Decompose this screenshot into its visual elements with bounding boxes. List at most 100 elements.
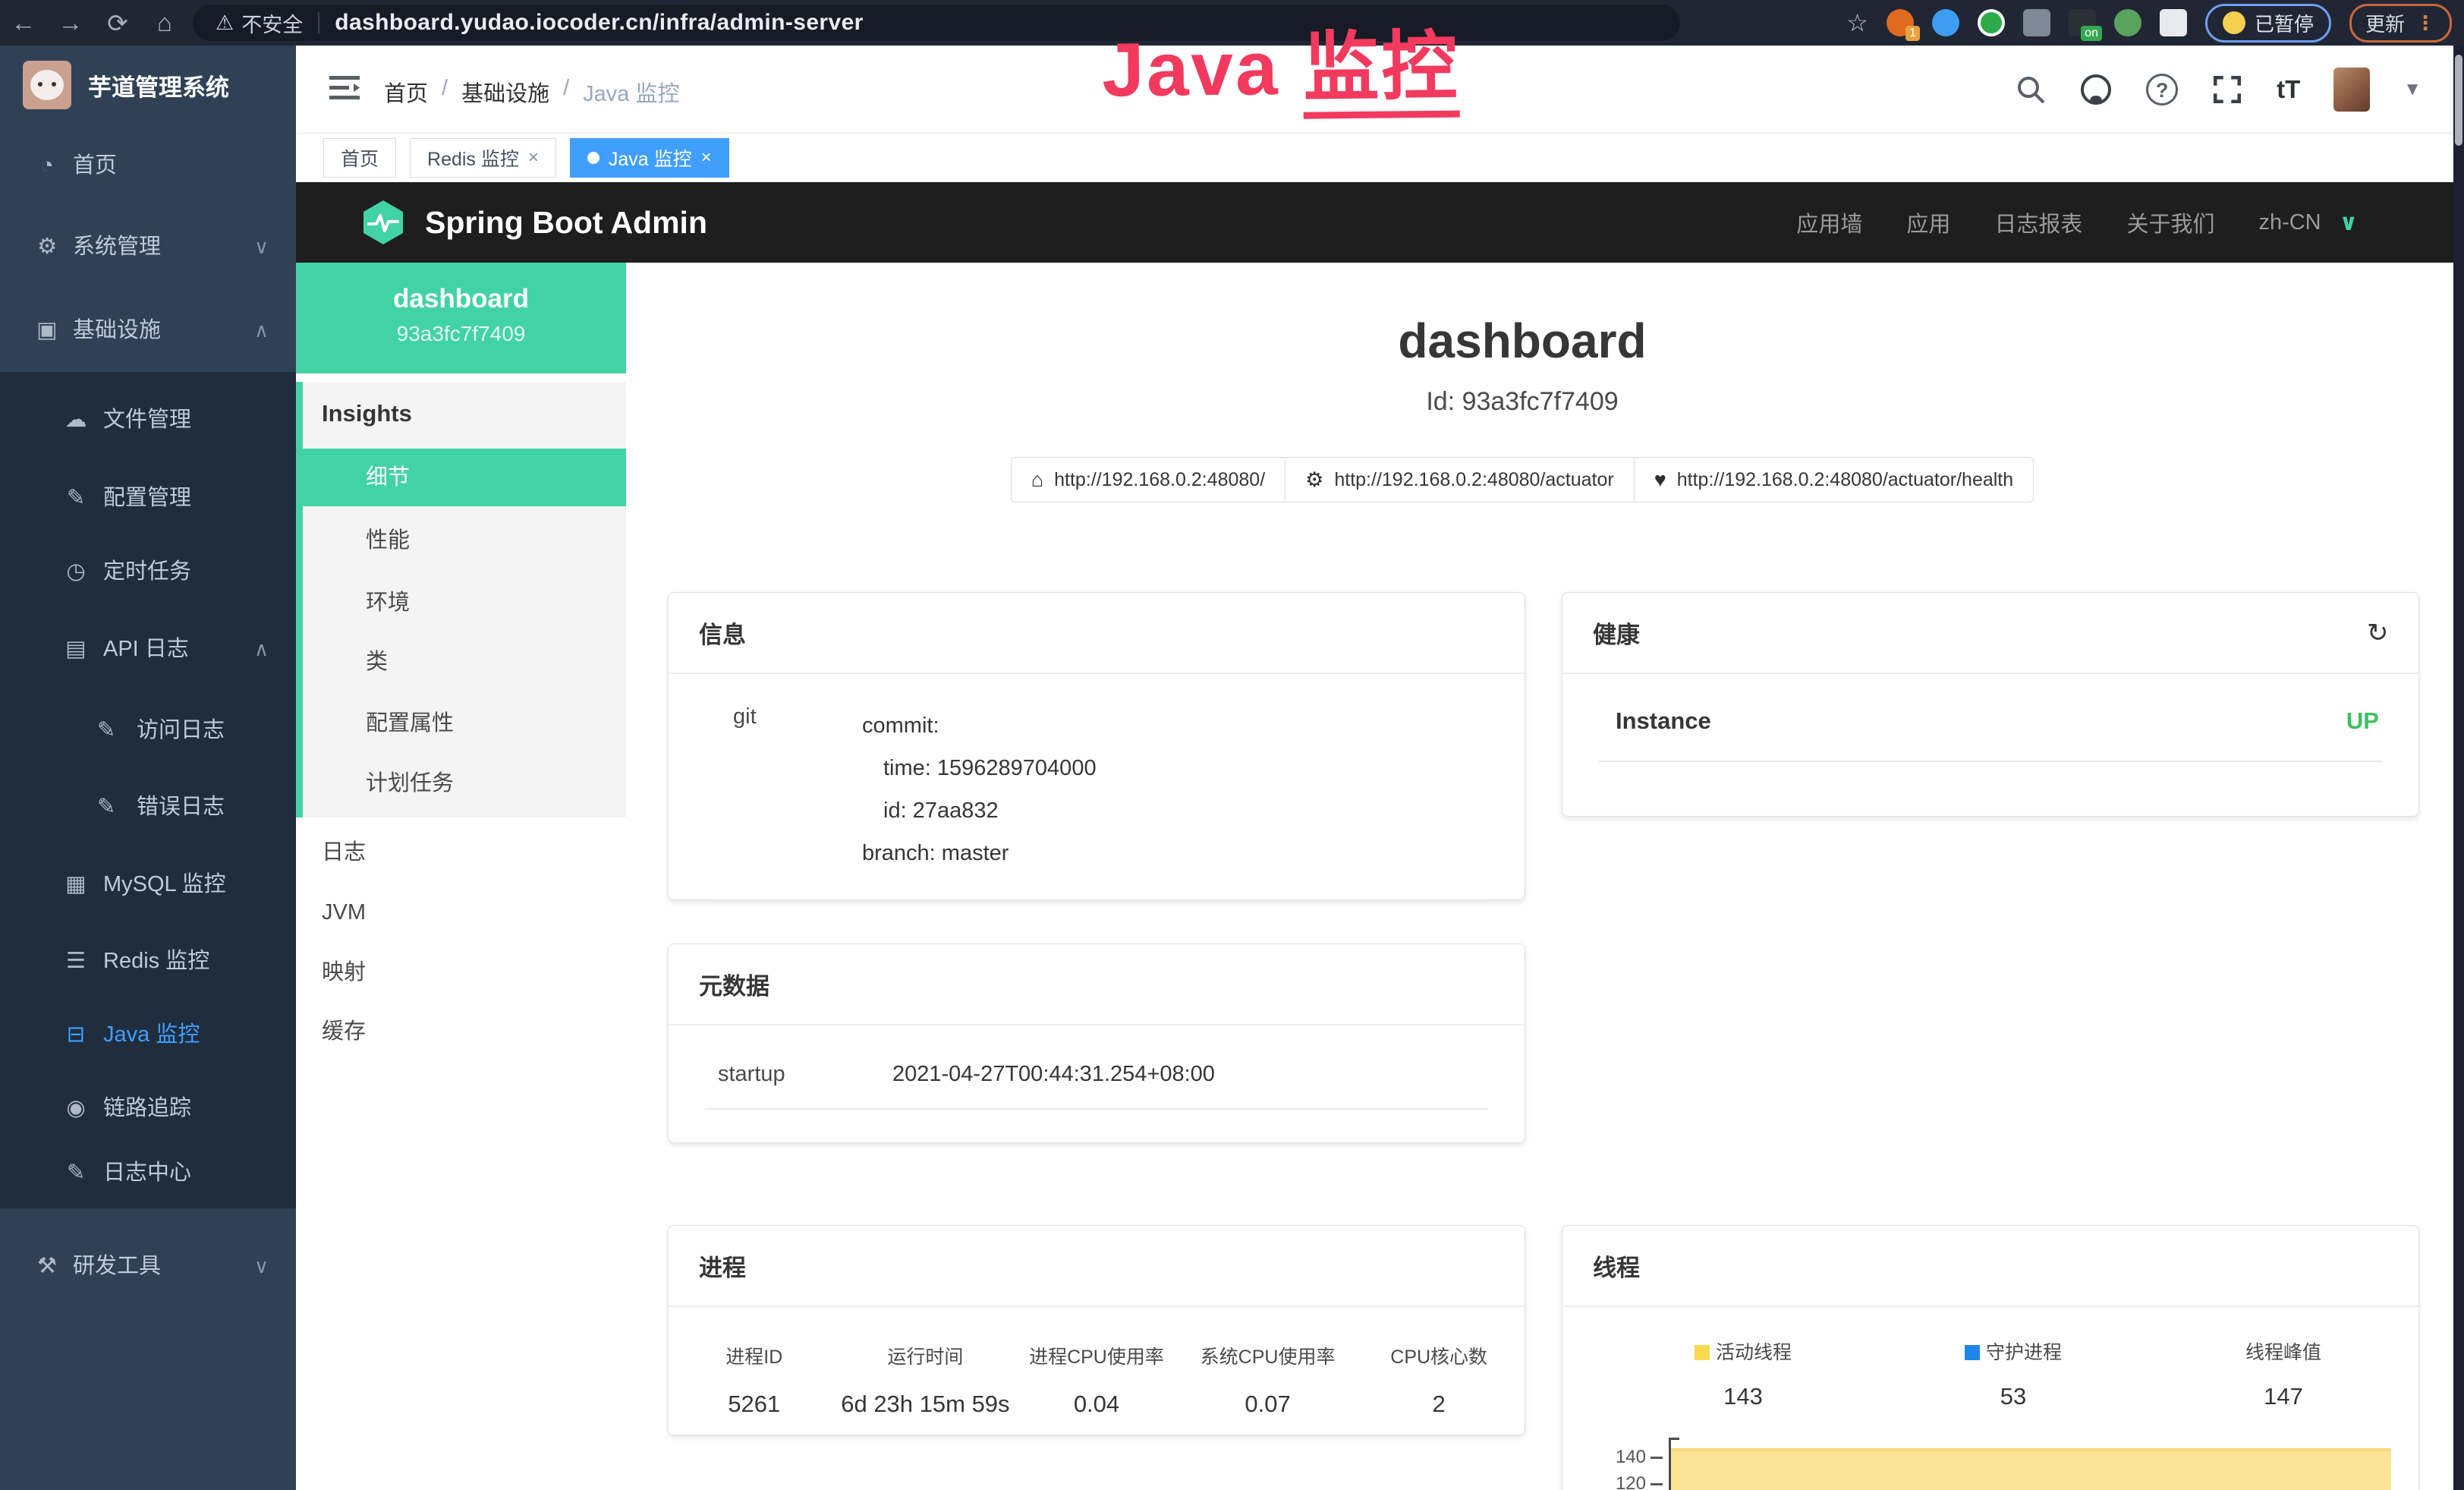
profile-emoji-icon [2223,11,2245,34]
health-card-title: 健康 [1593,616,1640,650]
edit-icon: ✎ [90,706,123,754]
not-secure-label[interactable]: 不安全 [241,8,303,38]
main-sidebar: 芋道管理系统 ◔ 首页 ⚙ 系统管理 ∨ ▣ 基础设施 ∧ ☁ 文件管理 ✎ 配… [0,46,296,1490]
extension-icon[interactable] [1978,9,2005,36]
app-logo-row[interactable]: 芋道管理系统 [23,61,229,109]
home-icon: ⌂ [1031,468,1043,492]
info-key: git [733,704,862,874]
sba-brand-title[interactable]: Spring Boot Admin [425,205,707,241]
extension-icon[interactable]: 1 [1887,9,1914,36]
update-button[interactable]: 更新 ⋮ [2349,4,2452,43]
subnav-item-jvm[interactable]: JVM [296,888,626,937]
extension-icon[interactable] [2114,9,2141,36]
subnav-item-mappings[interactable]: 映射 [296,948,626,997]
scrollbar-thumb[interactable] [2455,55,2462,146]
address-divider [318,12,319,33]
sidebar-item-home[interactable]: ◔ 首页 [0,141,296,190]
fullscreen-icon[interactable] [2211,74,2243,106]
user-avatar[interactable] [2333,68,2370,112]
extension-icon[interactable]: on [2069,9,2096,36]
paused-profile-chip[interactable]: 已暂停 [2205,4,2331,43]
sidebar-item-file-manage[interactable]: ☁ 文件管理 [0,395,296,444]
reload-icon[interactable]: ⟳ [94,8,141,38]
sidebar-item-error-logs[interactable]: ✎ 错误日志 [0,783,296,831]
extension-icon[interactable] [1932,9,1959,36]
subnav-item-environment[interactable]: 环境 [296,576,626,629]
instance-main: dashboard Id: 93a3fc7f7409 ⌂ http://192.… [626,263,2464,1490]
help-icon[interactable] [2146,74,2178,106]
update-label: 更新 [2365,9,2405,37]
page-title: dashboard [626,313,2418,369]
sidebar-item-system[interactable]: ⚙ 系统管理 ∨ [0,222,296,271]
back-icon[interactable]: ← [0,8,47,37]
extension-icon[interactable] [2023,9,2050,36]
extensions-puzzle-icon[interactable] [2160,9,2187,36]
breadcrumb-home[interactable]: 首页 [384,76,428,108]
blue-legend-swatch-icon [1965,1345,1980,1360]
health-url-button[interactable]: ♥ http://192.168.0.2:48080/actuator/heal… [1634,457,2034,502]
breadcrumb-current: Java 监控 [583,76,679,108]
subnav-item-scheduled[interactable]: 计划任务 [296,757,626,810]
sidebar-item-infra[interactable]: ▣ 基础设施 ∧ [0,306,296,354]
browser-menu-icon[interactable]: ⋮ [2415,11,2436,35]
mysql-icon: ▦ [59,860,93,909]
tab-redis-monitor[interactable]: Redis 监控 × [410,138,556,178]
health-history-icon[interactable]: ↺ [2367,618,2389,648]
github-icon[interactable] [2079,73,2113,106]
sba-nav-applications[interactable]: 应用 [1906,206,1950,238]
sba-nav-about[interactable]: 关于我们 [2126,206,2214,238]
metadata-key: startup [718,1062,892,1087]
daemon-threads-value: 53 [1878,1383,2148,1410]
page-scrollbar[interactable] [2453,46,2464,1490]
close-icon[interactable]: × [528,147,539,169]
sidebar-item-access-logs[interactable]: ✎ 访问日志 [0,706,296,754]
sba-nav-journal[interactable]: 日志报表 [1994,206,2082,238]
monitor-chart-icon: ▣ [30,306,64,354]
actuator-url-button[interactable]: ⚙ http://192.168.0.2:48080/actuator [1285,457,1635,502]
sidebar-item-dev-tools[interactable]: ⚒ 研发工具 ∨ [0,1242,296,1290]
home-icon[interactable]: ⌂ [141,8,188,37]
active-tab-dot [587,152,599,164]
subnav-item-classes[interactable]: 类 [296,635,626,688]
toolbox-icon: ⚒ [30,1242,64,1290]
bookmark-star-icon[interactable]: ☆ [1846,8,1868,37]
page-subtitle: Id: 93a3fc7f7409 [626,387,2418,417]
subnav-item-config-props[interactable]: 配置属性 [296,697,626,750]
subnav-item-logs[interactable]: 日志 [296,828,626,877]
sidebar-item-config-manage[interactable]: ✎ 配置管理 [0,474,296,522]
subnav-item-metrics[interactable]: 性能 [296,514,626,567]
instance-sidebar: dashboard 93a3fc7f7409 Insights 细节 性能 环境… [296,263,626,1490]
forward-icon[interactable]: → [47,8,94,37]
sba-locale-select[interactable]: zh-CN [2258,210,2321,235]
collapse-sidebar-icon[interactable] [329,74,360,102]
service-url-button[interactable]: ⌂ http://192.168.0.2:48080/ [1011,457,1285,502]
tab-java-monitor[interactable]: Java 监控 × [570,138,729,178]
tab-home[interactable]: 首页 [323,138,396,178]
sidebar-item-api-logs[interactable]: ▤ API 日志 ∧ [0,625,296,673]
close-icon[interactable]: × [701,147,712,169]
font-size-icon[interactable]: tT [2277,75,2300,104]
browser-actions: ☆ 1 on 已暂停 更新 ⋮ [1846,0,2452,46]
search-icon[interactable] [2016,74,2046,105]
user-menu-caret-icon[interactable]: ▼ [2403,79,2422,100]
sidebar-item-redis-monitor[interactable]: ☰ Redis 监控 [0,937,296,985]
breadcrumb-infra[interactable]: 基础设施 [461,76,549,108]
subnav-item-caches[interactable]: 缓存 [296,1007,626,1056]
sidebar-item-scheduled-tasks[interactable]: ◷ 定时任务 [0,547,296,596]
sba-nav-wallboard[interactable]: 应用墙 [1796,206,1862,238]
app-title: 芋道管理系统 [88,68,229,102]
locale-caret-icon[interactable]: ∨ [2340,209,2358,236]
sidebar-item-java-monitor[interactable]: ⊟ Java 监控 [0,1010,296,1059]
url-text[interactable]: dashboard.yudao.iocoder.cn/infra/admin-s… [335,10,864,36]
chevron-up-icon: ∧ [254,306,269,354]
chevron-up-icon: ∧ [254,625,269,673]
sidebar-item-mysql-monitor[interactable]: ▦ MySQL 监控 [0,860,296,909]
instance-header: dashboard 93a3fc7f7409 [296,263,626,373]
sidebar-item-trace[interactable]: ◉ 链路追踪 [0,1084,296,1132]
info-value: commit: time: 1596289704000 id: 27aa832 … [862,704,1097,874]
info-card: 信息 git commit: time: 1596289704000 id: 2… [668,592,1525,900]
sidebar-item-log-center[interactable]: ✎ 日志中心 [0,1148,296,1197]
subnav-item-details[interactable]: 细节 [296,449,626,506]
heart-pulse-icon: ♥ [1654,468,1666,492]
wrench-icon: ⚙ [1305,468,1323,492]
